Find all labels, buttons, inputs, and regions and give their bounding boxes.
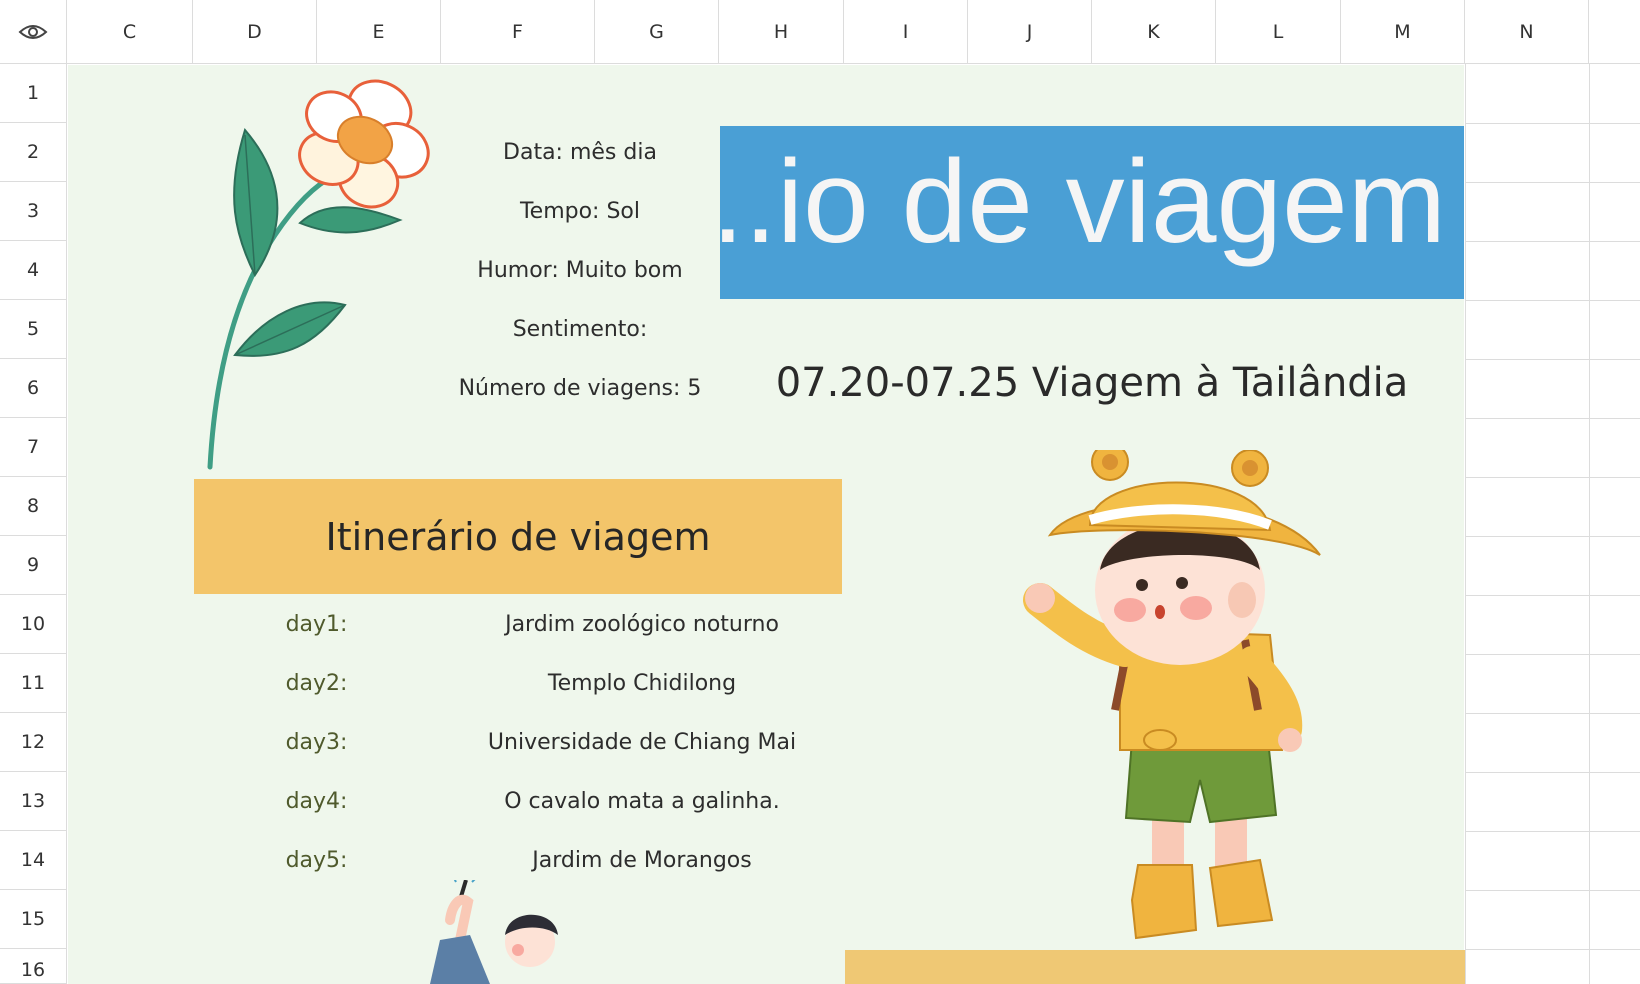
column-header-j[interactable]: J: [968, 0, 1092, 64]
info-weather: Tempo: Sol: [519, 199, 641, 224]
row-header-6[interactable]: 6: [0, 359, 67, 418]
column-header-blank[interactable]: [1589, 0, 1640, 64]
grid-line: [1465, 0, 1466, 984]
column-header-i[interactable]: I: [844, 0, 968, 64]
grid-line: [1465, 182, 1640, 183]
row-header-8[interactable]: 8: [0, 477, 67, 536]
row-header-14[interactable]: 14: [0, 831, 67, 890]
day-label: day3:: [285, 730, 348, 755]
info-date: Data: mês dia: [503, 140, 657, 165]
eye-icon[interactable]: [18, 22, 48, 42]
day-place: O cavalo mata a galinha.: [504, 789, 780, 814]
day-place: Universidade de Chiang Mai: [487, 730, 797, 755]
section-banner: [845, 950, 1465, 984]
row-header-2[interactable]: 2: [0, 123, 67, 182]
day-place: Jardim de Morangos: [532, 848, 752, 873]
page-title: ...io de viagem: [720, 136, 1446, 268]
grid-line: [1465, 241, 1640, 242]
grid-line: [1465, 536, 1640, 537]
grid-line: [1465, 713, 1640, 714]
select-all-corner[interactable]: [0, 0, 67, 64]
grid-line: [1589, 0, 1590, 984]
column-header-g[interactable]: G: [595, 0, 719, 64]
column-header-f[interactable]: F: [441, 0, 595, 64]
column-header-d[interactable]: D: [193, 0, 317, 64]
person-taking-photo-illustration: [430, 880, 558, 984]
row-header-13[interactable]: 13: [0, 772, 67, 831]
day-label: day5:: [285, 848, 348, 873]
info-trips: Número de viagens: 5: [458, 376, 702, 401]
itinerary-heading: Itinerário de viagem: [194, 479, 842, 594]
row-header-11[interactable]: 11: [0, 654, 67, 713]
column-header-m[interactable]: M: [1341, 0, 1465, 64]
row-header-1[interactable]: 1: [0, 64, 67, 123]
grid-line: [1465, 654, 1640, 655]
row-header-12[interactable]: 12: [0, 713, 67, 772]
row-header-3[interactable]: 3: [0, 182, 67, 241]
row-header-7[interactable]: 7: [0, 418, 67, 477]
column-header-e[interactable]: E: [317, 0, 441, 64]
column-header-h[interactable]: H: [719, 0, 844, 64]
column-header-l[interactable]: L: [1216, 0, 1341, 64]
day-label: day2:: [285, 671, 348, 696]
info-feeling: Sentimento:: [512, 317, 648, 342]
grid-line: [1465, 831, 1640, 832]
trip-subtitle: 07.20-07.25 Viagem à Tailândia: [775, 360, 1409, 406]
row-header-4[interactable]: 4: [0, 241, 67, 300]
grid-line: [1465, 595, 1640, 596]
row-header-9[interactable]: 9: [0, 536, 67, 595]
grid-line: [1465, 300, 1640, 301]
row-header-15[interactable]: 15: [0, 890, 67, 949]
grid-line: [1465, 359, 1640, 360]
grid-line: [1465, 418, 1640, 419]
day-label: day1:: [285, 612, 348, 637]
grid-line: [1465, 123, 1640, 124]
row-header-10[interactable]: 10: [0, 595, 67, 654]
column-header-n[interactable]: N: [1465, 0, 1589, 64]
column-header-c[interactable]: C: [67, 0, 193, 64]
flower-illustration: [207, 79, 430, 470]
boy-explorer-illustration: [1023, 450, 1321, 940]
grid-line: [1465, 949, 1640, 950]
row-header-16[interactable]: 16: [0, 949, 67, 984]
grid-line: [1465, 477, 1640, 478]
title-banner: ...io de viagem: [720, 126, 1464, 299]
info-mood: Humor: Muito bom: [477, 258, 683, 283]
day-label: day4:: [285, 789, 348, 814]
day-place: Templo Chidilong: [547, 671, 737, 696]
column-header-k[interactable]: K: [1092, 0, 1216, 64]
grid-line: [1465, 890, 1640, 891]
row-header-5[interactable]: 5: [0, 300, 67, 359]
grid-line: [1465, 772, 1640, 773]
day-place: Jardim zoológico noturno: [505, 612, 779, 637]
